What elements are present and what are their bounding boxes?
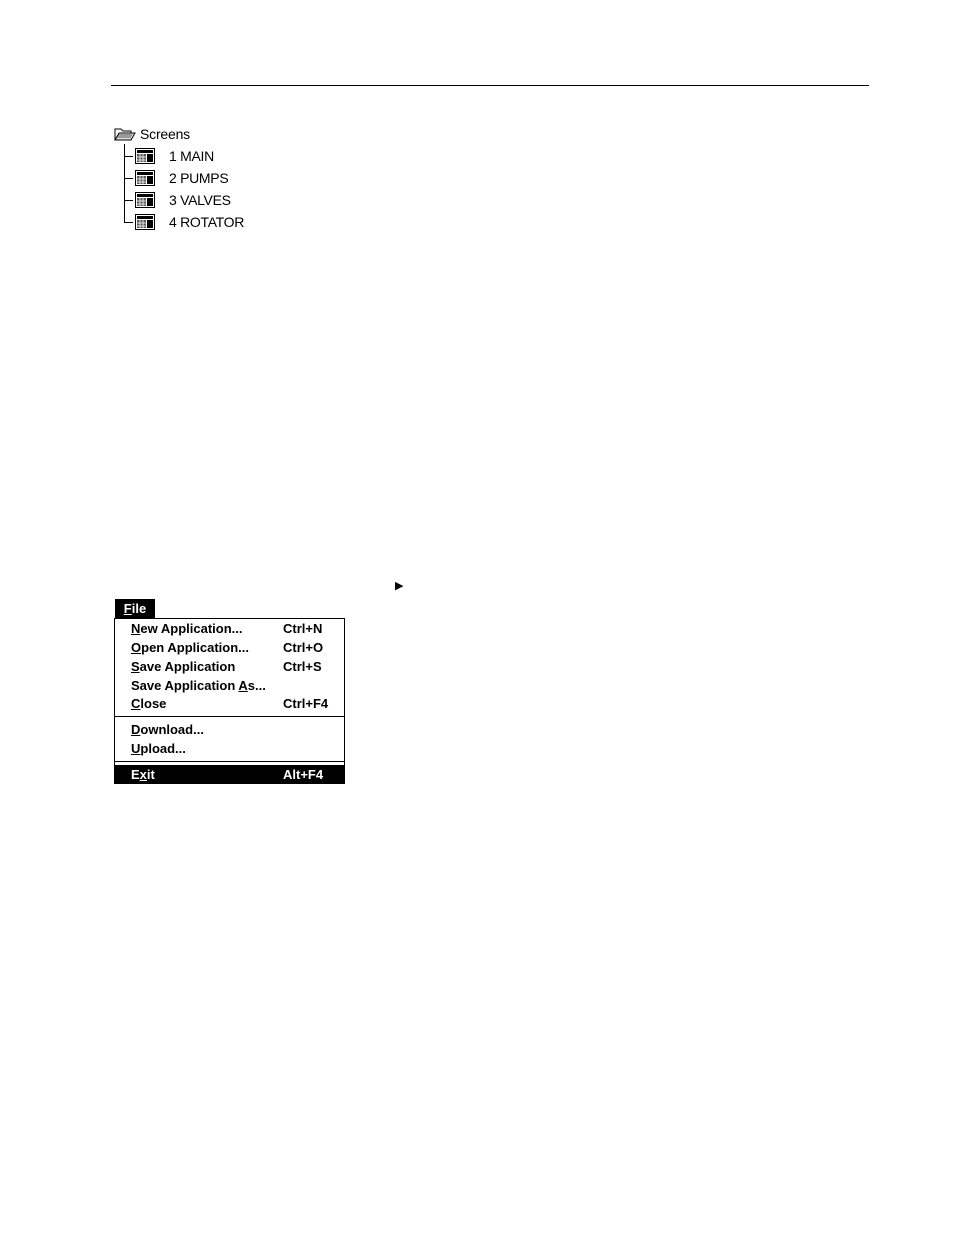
screens-tree: Screens 1 MAIN 2 PUMPS 3 VALVES 4 ROTATO…	[112, 122, 312, 242]
screen-grid-icon	[135, 214, 155, 230]
menu-item-download[interactable]: Download...	[115, 720, 344, 738]
tree-item-main[interactable]: 1 MAIN	[124, 147, 214, 165]
menu-item-close[interactable]: Close Ctrl+F4	[115, 694, 344, 712]
open-folder-icon	[114, 128, 136, 141]
tree-item-label: 3 VALVES	[169, 192, 231, 208]
menu-item-new-application[interactable]: New Application... Ctrl+N	[115, 619, 344, 637]
shortcut-label: Ctrl+O	[283, 639, 324, 655]
screen-grid-icon	[135, 148, 155, 164]
shortcut-label: Ctrl+F4	[283, 695, 329, 711]
tree-item-valves[interactable]: 3 VALVES	[124, 191, 231, 209]
menu-separator	[115, 761, 344, 762]
tree-root-label: Screens	[140, 126, 190, 142]
tree-root-screens[interactable]: Screens	[114, 125, 190, 143]
tree-item-rotator[interactable]: 4 ROTATOR	[124, 213, 244, 231]
menu-separator	[115, 716, 344, 717]
header-rule	[111, 85, 869, 86]
menu-item-open-application[interactable]: Open Application... Ctrl+O	[115, 638, 344, 656]
menu-item-upload[interactable]: Upload...	[115, 739, 344, 757]
file-menu: New Application... Ctrl+N Open Applicati…	[114, 618, 345, 784]
menu-item-exit[interactable]: Exit Alt+F4	[115, 765, 344, 783]
tree-item-pumps[interactable]: 2 PUMPS	[124, 169, 229, 187]
menu-item-save-application[interactable]: Save Application Ctrl+S	[115, 657, 344, 675]
file-menu-title[interactable]: File	[115, 599, 155, 618]
shortcut-label: Alt+F4	[283, 766, 324, 782]
screen-grid-icon	[135, 192, 155, 208]
arrow-right-icon: ▶	[395, 580, 404, 592]
tree-item-label: 4 ROTATOR	[169, 214, 245, 230]
shortcut-label: Ctrl+S	[283, 658, 322, 674]
menu-item-save-application-as[interactable]: Save Application As...	[115, 676, 344, 694]
tree-item-label: 1 MAIN	[169, 148, 214, 164]
screen-grid-icon	[135, 170, 155, 186]
tree-item-label: 2 PUMPS	[169, 170, 229, 186]
shortcut-label: Ctrl+N	[283, 620, 323, 636]
